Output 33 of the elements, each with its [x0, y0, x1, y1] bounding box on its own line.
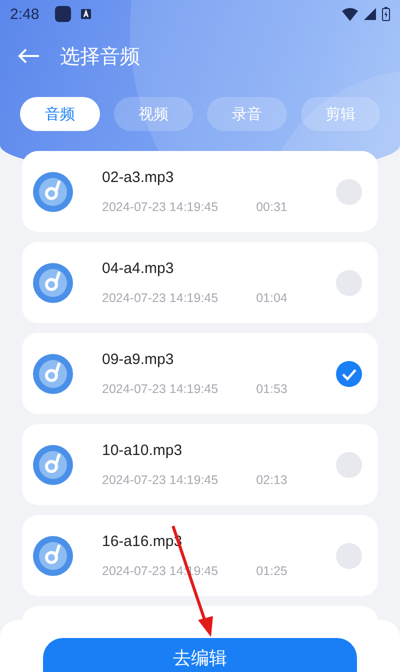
- checked-radio-icon[interactable]: [336, 360, 362, 386]
- signal-icon: [364, 8, 376, 20]
- audio-file-card[interactable]: 10-a10.mp3 2024-07-23 14:19:45 02:13: [22, 424, 378, 505]
- file-name: 09-a9.mp3: [102, 351, 175, 368]
- file-name: 02-a3.mp3: [102, 169, 175, 186]
- file-duration: 01:04: [256, 291, 288, 305]
- audio-file-icon: [33, 262, 73, 302]
- file-duration: 01:25: [256, 564, 288, 578]
- file-duration: 02:13: [256, 473, 288, 487]
- category-tab[interactable]: 音频: [20, 97, 100, 131]
- status-time: 2:48: [10, 6, 40, 22]
- file-date: 2024-07-23 14:19:45: [102, 291, 218, 305]
- app-icon: [55, 6, 72, 22]
- audio-file-icon: [33, 536, 73, 576]
- file-name: 10-a10.mp3: [102, 442, 184, 459]
- audio-file-card[interactable]: 02-a3.mp3 2024-07-23 14:19:45 00:31: [22, 151, 378, 232]
- page-title: 选择音频: [60, 42, 140, 70]
- notification-icon: [81, 9, 92, 19]
- file-name: 04-a4.mp3: [102, 260, 175, 277]
- file-date: 2024-07-23 14:19:45: [102, 382, 218, 396]
- file-date: 2024-07-23 14:19:45: [102, 473, 218, 487]
- file-duration: 01:53: [256, 382, 288, 396]
- audio-file-icon: [33, 172, 73, 212]
- wifi-icon: [342, 8, 358, 20]
- audio-file-card[interactable]: 04-a4.mp3 2024-07-23 14:19:45 01:04: [22, 242, 378, 323]
- audio-file-card[interactable]: 09-a9.mp3 2024-07-23 14:19:45 01:53: [22, 333, 378, 414]
- file-duration: 00:31: [256, 200, 288, 214]
- audio-file-icon: [33, 444, 73, 484]
- file-date: 2024-07-23 14:19:45: [102, 200, 218, 214]
- edit-button[interactable]: 去编辑: [43, 638, 357, 672]
- back-arrow-icon[interactable]: [18, 48, 40, 64]
- battery-icon: [382, 7, 390, 21]
- audio-file-icon: [33, 354, 73, 394]
